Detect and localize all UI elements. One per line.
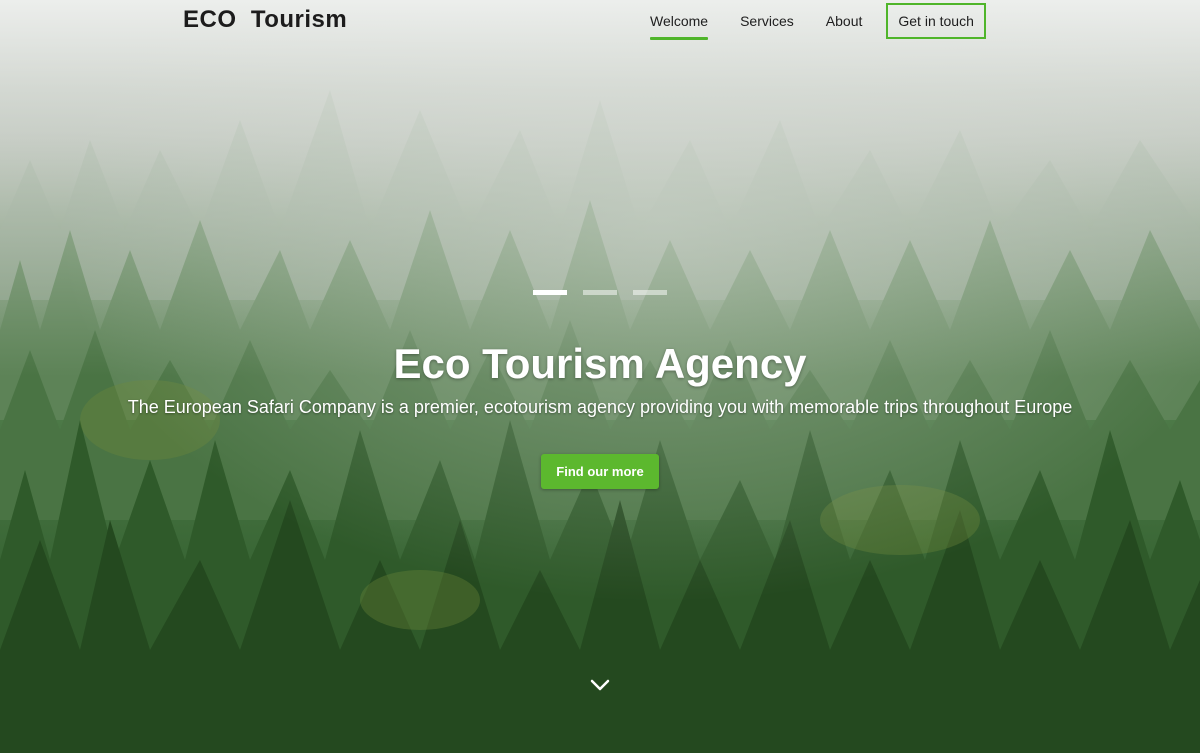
chevron-down-icon[interactable] — [589, 677, 611, 693]
navbar: ECO Tourism Welcome Services About Get i… — [0, 0, 1200, 42]
hero-section: ECO Tourism Welcome Services About Get i… — [0, 0, 1200, 753]
get-in-touch-button[interactable]: Get in touch — [886, 3, 986, 39]
nav-links: Welcome Services About Get in touch — [640, 3, 986, 40]
nav-item-about[interactable]: About — [816, 3, 873, 39]
carousel-indicator-2[interactable] — [583, 290, 617, 295]
hero-subtitle: The European Safari Company is a premier… — [127, 397, 1073, 417]
hero-title: Eco Tourism Agency — [393, 340, 807, 387]
find-out-more-button[interactable]: Find our more — [541, 454, 659, 489]
carousel-indicators — [533, 290, 667, 295]
carousel-indicator-3[interactable] — [633, 290, 667, 295]
site-logo[interactable]: ECO Tourism — [183, 6, 347, 34]
nav-item-welcome[interactable]: Welcome — [640, 3, 718, 40]
nav-item-services[interactable]: Services — [730, 3, 804, 39]
carousel-indicator-1[interactable] — [533, 290, 567, 295]
